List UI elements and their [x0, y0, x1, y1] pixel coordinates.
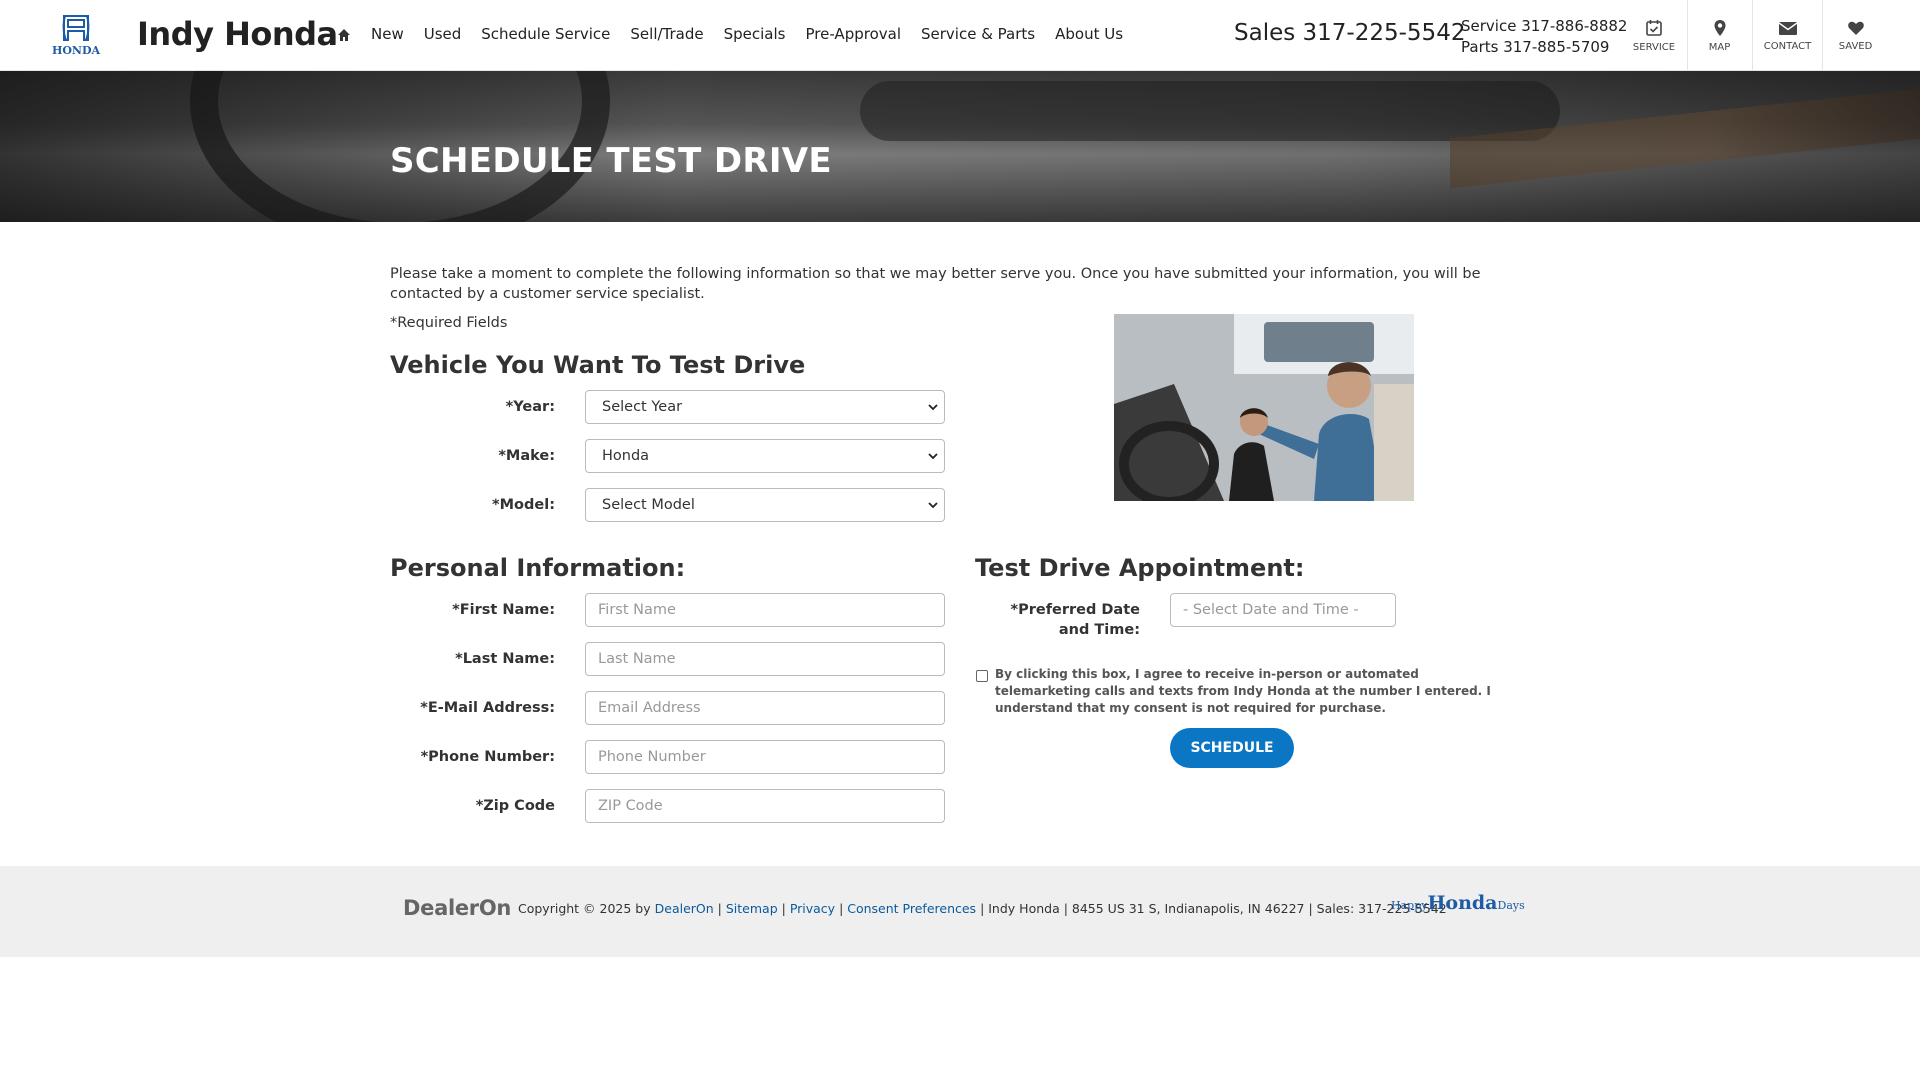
nav-new[interactable]: New: [371, 25, 404, 43]
calendar-check-icon: [1646, 19, 1662, 36]
schedule-button[interactable]: SCHEDULE: [1170, 728, 1294, 768]
year-select-value: Select Year: [602, 399, 683, 415]
hero-banner: SCHEDULE TEST DRIVE: [0, 71, 1920, 222]
year-label: *Year:: [505, 399, 555, 415]
privacy-link[interactable]: Privacy: [790, 901, 835, 916]
last-name-label: *Last Name:: [455, 651, 555, 667]
service-util-label: SERVICE: [1632, 41, 1676, 53]
vehicle-section-heading: Vehicle You Want To Test Drive: [390, 351, 806, 379]
model-select[interactable]: Select Model: [585, 488, 945, 522]
email-input[interactable]: Email Address: [585, 691, 945, 725]
contact-util-label: CONTACT: [1763, 40, 1812, 52]
intro-text: Please take a moment to complete the fol…: [390, 266, 1481, 302]
nav-used[interactable]: Used: [424, 25, 462, 43]
envelope-icon: [1778, 21, 1797, 35]
nav-specials[interactable]: Specials: [724, 25, 786, 43]
make-label: *Make:: [498, 448, 555, 464]
year-select[interactable]: Select Year: [585, 390, 945, 424]
dealer-name[interactable]: Indy Honda: [137, 15, 338, 53]
service-phone[interactable]: Service 317-886-8882: [1461, 16, 1627, 37]
sales-phone[interactable]: Sales 317-225-5542: [1234, 20, 1465, 46]
heart-icon: [1847, 21, 1864, 35]
make-select[interactable]: Honda: [585, 439, 945, 473]
main-nav: New Used Schedule Service Sell/Trade Spe…: [337, 25, 1143, 43]
personal-section-heading: Personal Information:: [390, 554, 686, 582]
nav-schedule-service[interactable]: Schedule Service: [481, 25, 610, 43]
footer-info: Copyright © 2025 by DealerOn | Sitemap |…: [518, 901, 1447, 916]
nav-about-us[interactable]: About Us: [1055, 25, 1123, 43]
chevron-down-icon: [928, 502, 938, 509]
preferred-date-input[interactable]: - Select Date and Time -: [1170, 593, 1396, 627]
separator: |: [781, 901, 790, 916]
zip-label: *Zip Code: [475, 798, 555, 814]
phone-label: *Phone Number:: [420, 749, 555, 765]
sitemap-link[interactable]: Sitemap: [726, 901, 778, 916]
honda-logo[interactable]: HONDA: [42, 13, 110, 57]
dealer-address: Indy Honda | 8455 US 31 S, Indianapolis,…: [988, 901, 1447, 916]
phone-input[interactable]: Phone Number: [585, 740, 945, 774]
zip-input[interactable]: ZIP Code: [585, 789, 945, 823]
consent-checkbox[interactable]: [976, 670, 988, 682]
service-util-button[interactable]: SERVICE: [1622, 0, 1686, 71]
parts-phone[interactable]: Parts 317-885-5709: [1461, 37, 1627, 58]
chevron-down-icon: [928, 404, 938, 411]
map-util-label: MAP: [1708, 41, 1731, 53]
separator: |: [717, 901, 726, 916]
site-header: HONDA Indy Honda New Used Schedule Servi…: [0, 0, 1920, 71]
dealeron-logo[interactable]: DealerOn: [403, 896, 511, 920]
consent-text: By clicking this box, I agree to receive…: [995, 667, 1491, 715]
email-label: *E-Mail Address:: [420, 700, 555, 716]
honda-word: Honda: [1427, 892, 1498, 914]
consent-preferences-link[interactable]: Consent Preferences: [847, 901, 976, 916]
days-word: Days: [1497, 899, 1525, 912]
logo-wordmark: HONDA: [52, 44, 101, 57]
chevron-down-icon: [928, 453, 938, 460]
nav-service-parts[interactable]: Service & Parts: [921, 25, 1035, 43]
make-select-value: Honda: [602, 448, 650, 464]
contact-phones: Service 317-886-8882 Parts 317-885-5709: [1461, 16, 1627, 58]
first-name-label: *First Name:: [452, 602, 555, 618]
saved-util-button[interactable]: SAVED: [1822, 0, 1888, 71]
nav-sell-trade[interactable]: Sell/Trade: [630, 25, 703, 43]
saved-util-label: SAVED: [1838, 40, 1873, 52]
test-drive-photo: [1114, 314, 1414, 501]
happy-honda-days-logo[interactable]: HappyHondaDays: [1391, 892, 1525, 914]
model-select-value: Select Model: [602, 497, 695, 513]
copyright-text: Copyright © 2025 by: [518, 901, 651, 916]
map-util-button[interactable]: MAP: [1687, 0, 1751, 71]
preferred-date-label: *Preferred Date and Time:: [1010, 602, 1141, 638]
contact-util-button[interactable]: CONTACT: [1752, 0, 1822, 71]
home-icon[interactable]: [337, 27, 351, 41]
site-footer: DealerOn Copyright © 2025 by DealerOn | …: [0, 866, 1920, 957]
happy-word: Happy: [1391, 899, 1428, 912]
first-name-input[interactable]: First Name: [585, 593, 945, 627]
nav-pre-approval[interactable]: Pre-Approval: [806, 25, 902, 43]
last-name-input[interactable]: Last Name: [585, 642, 945, 676]
appointment-section-heading: Test Drive Appointment:: [975, 554, 1305, 582]
dealeron-link[interactable]: DealerOn: [655, 901, 714, 916]
required-note: *Required Fields: [390, 315, 508, 331]
hero-overlay: [0, 71, 1920, 222]
page-title: SCHEDULE TEST DRIVE: [390, 141, 832, 181]
map-pin-icon: [1714, 19, 1725, 36]
model-label: *Model:: [492, 497, 555, 513]
